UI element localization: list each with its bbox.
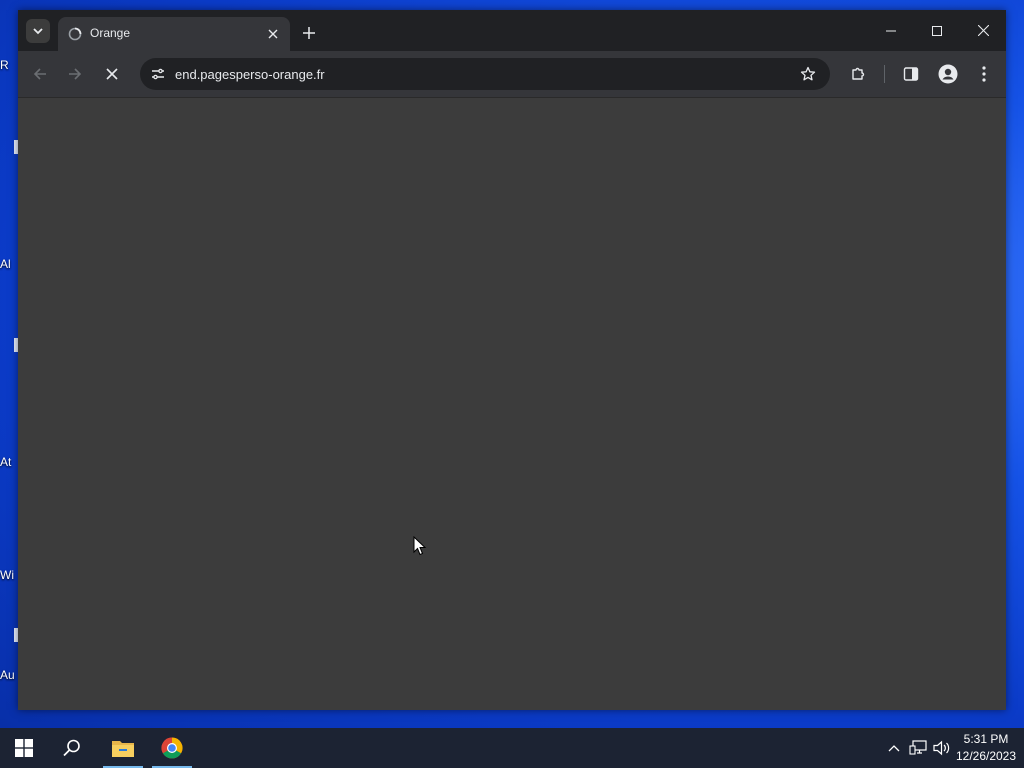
loading-spinner-icon [68,27,82,41]
toolbar-divider [884,65,885,83]
toolbar: end.pagesperso-orange.fr [18,51,1006,98]
stop-loading-button[interactable] [100,62,124,86]
site-info-button[interactable] [146,62,170,86]
tab-title: Orange [90,26,131,40]
star-icon [800,66,816,81]
minimize-icon [886,30,896,31]
desktop-icon-label[interactable]: R [0,58,20,72]
chrome-icon [161,737,183,759]
volume-button[interactable] [932,738,952,758]
close-icon [268,29,278,39]
close-icon [977,25,989,36]
mouse-cursor-icon [413,536,427,556]
side-panel-button[interactable] [899,62,923,86]
tab-close-button[interactable] [264,25,282,43]
back-button[interactable] [28,62,52,86]
windows-logo-icon [15,739,33,757]
network-icon [909,740,927,755]
start-button[interactable] [0,728,48,768]
new-tab-button[interactable] [298,22,320,44]
desktop-icon-label[interactable]: At [0,455,20,469]
maximize-icon [932,25,942,36]
title-bar: Orange [18,10,1006,51]
more-vert-icon [982,66,986,82]
profile-icon [938,64,958,84]
address-bar[interactable]: end.pagesperso-orange.fr [140,58,830,90]
clock-date: 12/26/2023 [955,749,1017,763]
tune-icon [152,68,164,80]
chevron-down-icon [33,28,43,35]
chevron-up-icon [888,745,900,752]
network-button[interactable] [908,738,928,758]
puzzle-icon [852,67,865,80]
browser-window: Orange end.pagesperso-orange.fr [18,10,1006,710]
taskbar-chrome[interactable] [148,728,196,768]
search-button[interactable] [48,728,96,768]
menu-button[interactable] [972,62,996,86]
profile-button[interactable] [936,62,960,86]
side-panel-icon [903,67,919,81]
desktop-icon-label[interactable]: Wi [0,568,20,582]
bookmark-button[interactable] [796,62,820,86]
search-icon [63,739,80,757]
taskbar-file-explorer[interactable] [99,728,147,768]
desktop-icon-label[interactable]: Au [0,668,20,682]
desktop-icon-label[interactable]: Al [0,257,20,271]
minimize-button[interactable] [868,10,914,51]
close-icon [106,68,118,80]
arrow-left-icon [33,68,46,80]
url-text: end.pagesperso-orange.fr [175,67,325,82]
clock-time: 5:31 PM [963,732,1009,746]
forward-button[interactable] [63,62,87,86]
tab-search-button[interactable] [26,19,50,43]
file-explorer-icon [112,741,134,757]
close-window-button[interactable] [960,10,1006,51]
volume-icon [933,740,950,756]
taskbar: 5:31 PM 12/26/2023 [0,728,1024,768]
arrow-right-icon [69,68,82,80]
taskbar-clock[interactable]: 5:31 PM 12/26/2023 [950,731,1022,765]
show-hidden-icons-button[interactable] [884,738,904,758]
tab-orange[interactable]: Orange [58,17,290,51]
extensions-button[interactable] [846,62,870,86]
page-content[interactable] [18,98,1006,710]
plus-icon [303,27,315,39]
maximize-button[interactable] [914,10,960,51]
